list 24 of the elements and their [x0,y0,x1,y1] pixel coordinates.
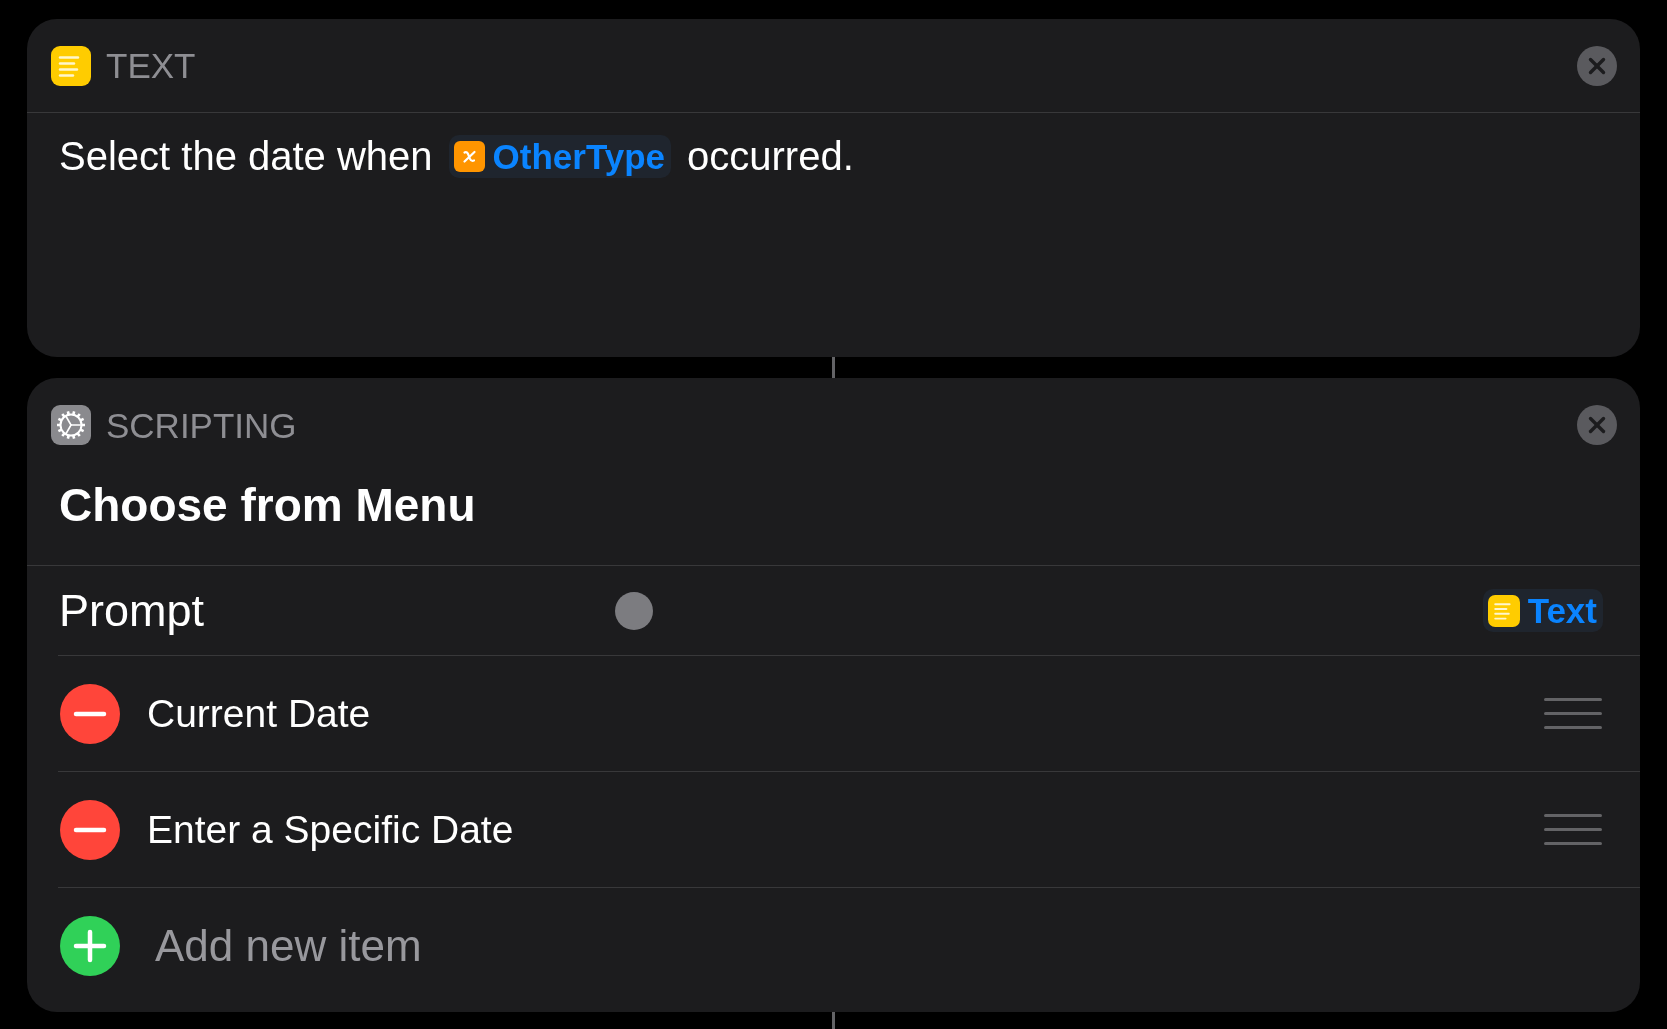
body-text: occurred. [687,133,854,180]
remove-icon[interactable] [60,683,120,744]
action-title: Choose from Menu [59,479,476,531]
body-text: Select the date when [59,133,433,180]
category-label: SCRIPTING [106,407,297,443]
text-lines-icon [51,45,91,86]
close-icon[interactable] [1577,45,1617,86]
remove-icon[interactable] [60,799,120,860]
connector-line [832,357,835,378]
menu-item-label: Current Date [147,694,371,733]
close-icon[interactable] [1577,405,1617,445]
drag-handle-icon[interactable] [1544,698,1602,729]
gear-icon [51,405,91,445]
add-icon [60,916,120,976]
variable-token[interactable]: Text [1482,589,1603,632]
variable-icon [453,140,485,172]
prompt-label: Prompt [59,588,205,633]
variable-token[interactable]: OtherType [448,134,672,178]
menu-item-label: Enter a Specific Date [147,810,514,849]
category-label: TEXT [106,48,196,83]
add-item-button[interactable]: Add new item [60,916,422,976]
drag-handle-icon[interactable] [1544,814,1602,845]
text-lines-icon [1487,594,1520,627]
dot-icon [615,591,653,630]
